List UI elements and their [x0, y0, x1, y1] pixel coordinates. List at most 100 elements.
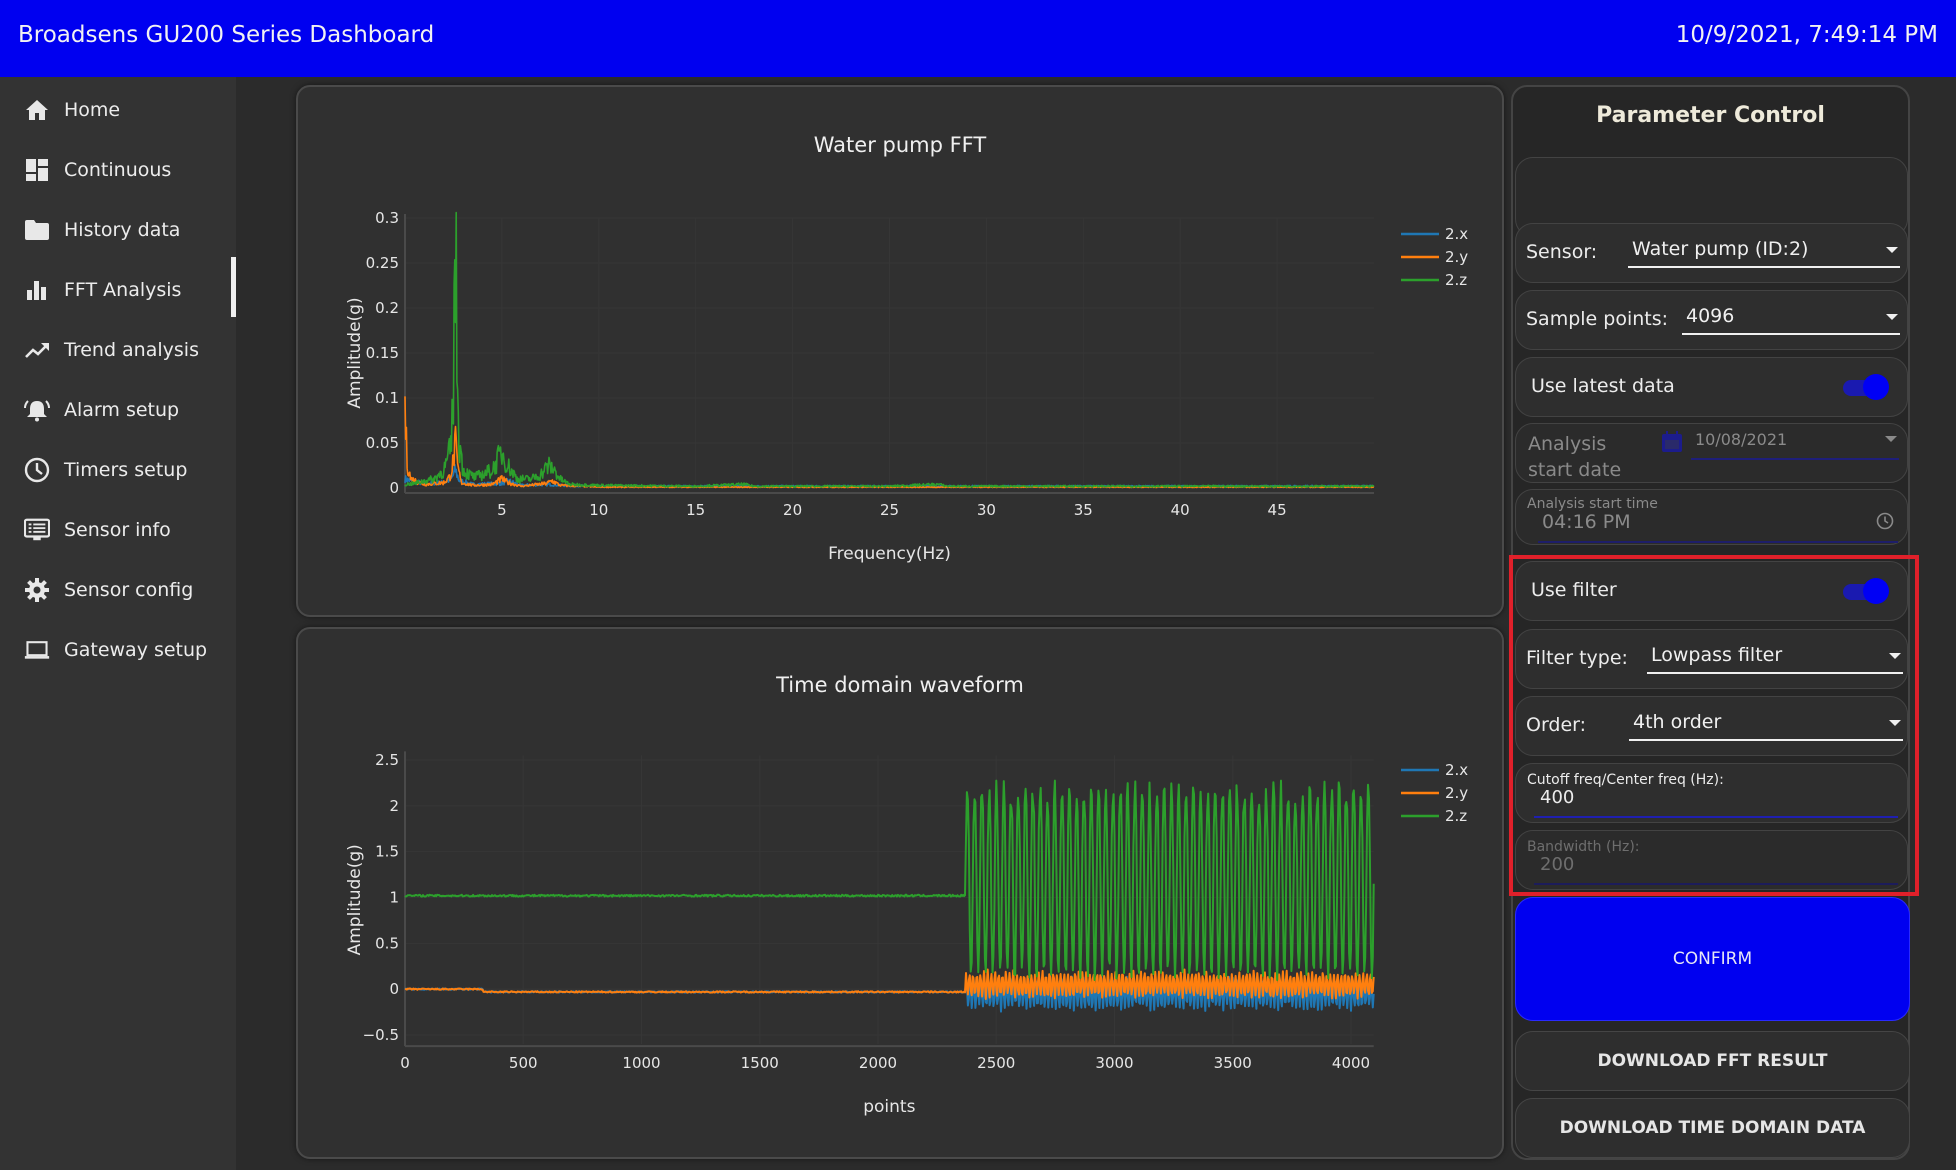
use-filter-row: Use filter	[1515, 561, 1908, 621]
x-tick-label: 2500	[977, 1054, 1015, 1072]
legend-label-2.x: 2.x	[1445, 225, 1468, 243]
download-time-domain-data-button[interactable]: DOWNLOAD TIME DOMAIN DATA	[1515, 1098, 1910, 1158]
sidebar-item-continuous[interactable]: Continuous	[0, 142, 236, 198]
y-axis-title: Amplitude(g)	[345, 844, 365, 955]
use-filter-label: Use filter	[1531, 579, 1617, 601]
y-tick-label: 0.2	[375, 299, 399, 317]
bar-chart-icon	[24, 277, 50, 303]
y-tick-label: 0	[389, 980, 399, 998]
bandwidth-input[interactable]: 200	[1540, 854, 1574, 875]
active-nav-indicator	[231, 257, 236, 317]
y-tick-label: −0.5	[363, 1026, 399, 1044]
x-tick-label: 1500	[741, 1054, 779, 1072]
x-tick-label: 0	[400, 1054, 410, 1072]
order-row: Order: 4th order	[1515, 696, 1908, 756]
chevron-down-icon	[1886, 247, 1898, 253]
sidebar-item-timers-setup[interactable]: Timers setup	[0, 442, 236, 498]
filter-type-select[interactable]: Lowpass filter	[1647, 642, 1903, 674]
sidebar-item-label: Home	[64, 99, 121, 121]
download-fft-result-button[interactable]: DOWNLOAD FFT RESULT	[1515, 1031, 1910, 1091]
laptop-icon	[24, 637, 50, 663]
list-monitor-icon	[24, 517, 50, 543]
x-tick-label: 25	[880, 501, 899, 519]
cutoff-freq-input[interactable]: 400	[1540, 787, 1574, 808]
sidebar-item-label: Sensor info	[64, 519, 171, 541]
sidebar-item-alarm-setup[interactable]: Alarm setup	[0, 382, 236, 438]
sidebar-item-home[interactable]: Home	[0, 82, 236, 138]
calendar-icon	[1661, 430, 1683, 458]
order-value: 4th order	[1633, 711, 1722, 733]
time-domain-chart[interactable]: −0.500.511.522.50 500 1000 1500 2000 2500 3000…	[296, 627, 1504, 1159]
x-tick-label: 30	[977, 501, 996, 519]
sidebar-item-gateway-setup[interactable]: Gateway setup	[0, 622, 236, 678]
y-tick-label: 2	[389, 797, 399, 815]
sidebar-item-sensor-info[interactable]: Sensor info	[0, 502, 236, 558]
x-axis-title: points	[863, 1097, 915, 1117]
dashboard-icon	[24, 157, 50, 183]
order-label: Order:	[1526, 714, 1587, 736]
folder-icon	[24, 217, 50, 243]
use-filter-toggle[interactable]	[1843, 578, 1889, 604]
chevron-down-icon	[1885, 436, 1897, 442]
label-line: start date	[1528, 459, 1622, 481]
x-tick-label: 5	[497, 501, 507, 519]
y-tick-label: 0	[389, 479, 399, 497]
sidebar-item-history-data[interactable]: History data	[0, 202, 236, 258]
y-tick-label: 2.5	[375, 751, 399, 769]
x-axis-title: Frequency(Hz)	[828, 544, 951, 564]
use-latest-data-toggle[interactable]	[1843, 374, 1889, 400]
sidebar-nav: Home Continuous History data FFT Analysi…	[0, 77, 236, 1170]
sensor-select-value: Water pump (ID:2)	[1632, 238, 1809, 260]
confirm-button[interactable]: CONFIRM	[1515, 897, 1910, 1021]
legend-label-2.x: 2.x	[1445, 761, 1468, 779]
y-axis-title: Amplitude(g)	[345, 297, 365, 408]
sensor-select[interactable]: Water pump (ID:2)	[1628, 236, 1900, 268]
sensor-label: Sensor:	[1526, 241, 1598, 263]
bandwidth-field[interactable]: Bandwidth (Hz): 200	[1515, 830, 1908, 890]
analysis-start-time-label: Analysis start time	[1527, 496, 1658, 512]
fft-chart[interactable]: 0 0.05 0.1 0.15 0.2 0.25 0.3 5 10 15 20 25 30 35 40 45 F…	[296, 85, 1504, 617]
sample-points-row: Sample points: 4096	[1515, 290, 1908, 350]
sidebar-item-label: FFT Analysis	[64, 279, 182, 301]
sidebar-item-sensor-config[interactable]: Sensor config	[0, 562, 236, 618]
x-tick-label: 500	[509, 1054, 538, 1072]
x-tick-label: 3500	[1214, 1054, 1252, 1072]
alarm-bell-icon	[24, 397, 50, 423]
analysis-start-date-picker[interactable]: 10/08/2021	[1691, 428, 1899, 460]
sidebar-item-label: Trend analysis	[64, 339, 199, 361]
filter-type-row: Filter type: Lowpass filter	[1515, 629, 1908, 689]
legend-label-2.z: 2.z	[1445, 271, 1467, 289]
toggle-knob	[1863, 374, 1889, 400]
y-tick-label: 1	[389, 889, 399, 907]
x-tick-label: 4000	[1332, 1054, 1370, 1072]
toggle-knob	[1863, 578, 1889, 604]
y-tick-label: 0.25	[366, 254, 399, 272]
bandwidth-label: Bandwidth (Hz):	[1527, 839, 1640, 855]
x-tick-label: 2000	[859, 1054, 897, 1072]
y-tick-label: 0.05	[366, 434, 399, 452]
x-tick-label: 10	[589, 501, 608, 519]
gear-icon	[24, 577, 50, 603]
use-latest-data-row: Use latest data	[1515, 357, 1908, 417]
cutoff-freq-field[interactable]: Cutoff freq/Center freq (Hz): 400	[1515, 763, 1908, 823]
legend-label-2.z: 2.z	[1445, 807, 1467, 825]
use-latest-data-label: Use latest data	[1531, 375, 1675, 397]
sensor-row: Sensor: Water pump (ID:2)	[1515, 223, 1908, 283]
analysis-start-time-value[interactable]: 04:16 PM	[1542, 511, 1631, 533]
datetime-display: 10/9/2021, 7:49:14 PM	[1675, 22, 1938, 48]
clock-icon[interactable]	[1876, 512, 1894, 534]
y-tick-label: 0.1	[375, 389, 399, 407]
sample-points-select[interactable]: 4096	[1682, 303, 1900, 335]
analysis-start-date-row: Analysis start date 10/08/2021	[1515, 423, 1908, 483]
y-tick-label: 0.5	[375, 934, 399, 952]
sidebar-item-trend-analysis[interactable]: Trend analysis	[0, 322, 236, 378]
cutoff-underline	[1534, 816, 1898, 818]
analysis-start-date-label: Analysis start date	[1528, 431, 1621, 483]
label-line: Analysis	[1528, 433, 1607, 455]
parameter-control-panel: Parameter Control Sensor: Water pump (ID…	[1511, 85, 1910, 1160]
panel-title: Parameter Control	[1596, 103, 1825, 128]
order-select[interactable]: 4th order	[1629, 709, 1903, 741]
app-title: Broadsens GU200 Series Dashboard	[18, 22, 435, 48]
chevron-down-icon	[1889, 653, 1901, 659]
sidebar-item-fft-analysis[interactable]: FFT Analysis	[0, 262, 236, 318]
